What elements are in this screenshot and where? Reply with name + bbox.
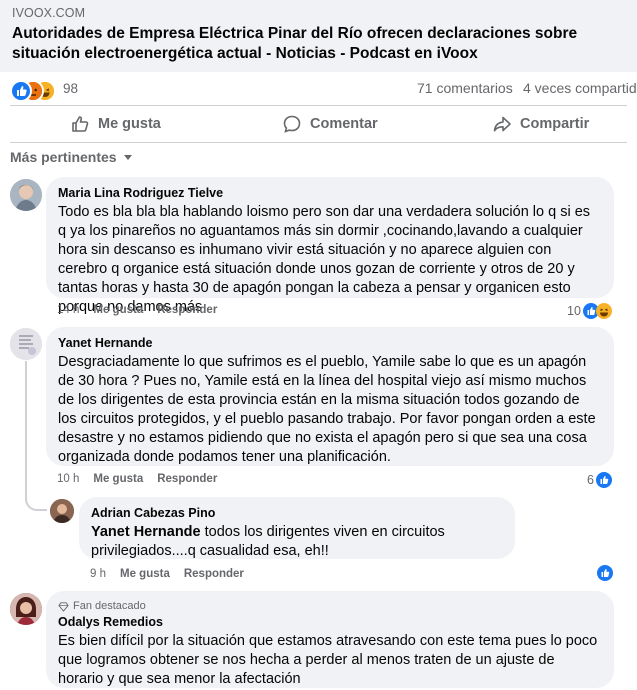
comment-reactions[interactable] [597, 565, 613, 581]
diamond-icon [58, 601, 69, 612]
like-icon [595, 472, 612, 488]
link-domain: IVOOX.COM [12, 6, 86, 20]
comment-author[interactable]: Yanet Hernande [58, 335, 602, 351]
like-button-label: Me gusta [98, 116, 161, 132]
comment-time[interactable]: 10 h [57, 473, 79, 485]
comment-like-link[interactable]: Me gusta [93, 473, 143, 485]
comment-bubble: Adrian Cabezas Pino Yanet Hernande todos… [79, 497, 515, 559]
avatar[interactable] [50, 499, 74, 523]
reaction-icons[interactable] [10, 80, 62, 102]
divider [10, 105, 627, 106]
comment-bubble-icon [283, 115, 301, 133]
avatar[interactable] [10, 328, 42, 360]
comment-reaction-count: 6 [587, 473, 594, 487]
comment-author[interactable]: Adrian Cabezas Pino [91, 505, 503, 521]
comment-meta: 10 h Me gusta Responder [57, 473, 217, 485]
caret-down-icon [123, 155, 132, 160]
comment-text: Yanet Hernande todos los dirigentes vive… [91, 523, 503, 561]
divider [10, 142, 627, 143]
like-icon [10, 80, 32, 102]
comment-reactions[interactable]: 10 [567, 303, 612, 319]
comment-reactions[interactable]: 6 [587, 472, 612, 488]
comment-time[interactable]: 9 h [90, 568, 106, 580]
comment-bubble: Maria Lina Rodriguez Tielve Todo es bla … [46, 177, 614, 315]
comment-time[interactable]: 14 h [57, 304, 79, 316]
fan-badge-label: Fan destacado [73, 600, 146, 612]
comment-text: Desgraciadamente lo que sufrimos es el p… [58, 354, 596, 465]
comment-text: Es bien difícil por la situación que est… [58, 633, 598, 687]
thread-connector [25, 361, 47, 511]
comment-meta: 14 h Me gusta Responder [57, 304, 217, 316]
comment-bubble: Yanet Hernande Desgraciadamente lo que s… [46, 327, 614, 466]
like-icon [597, 565, 613, 581]
sort-label: Más pertinentes [10, 149, 117, 165]
comments-count[interactable]: 71 comentarios [417, 80, 513, 96]
comment-button[interactable]: Comentar [282, 108, 378, 140]
thumbs-up-outline-icon [72, 116, 89, 132]
avatar[interactable] [10, 593, 42, 625]
fan-badge: Fan destacado [58, 599, 602, 613]
link-title[interactable]: Autoridades de Empresa Eléctrica Pinar d… [12, 24, 632, 64]
link-preview[interactable]: IVOOX.COM Autoridades de Empresa Eléctri… [0, 0, 637, 72]
like-button[interactable]: Me gusta [70, 108, 161, 140]
comment-sort-dropdown[interactable]: Más pertinentes [10, 149, 135, 165]
comment-meta: 9 h Me gusta Responder [90, 568, 244, 580]
comment-reply-link[interactable]: Responder [157, 304, 217, 316]
comment-button-label: Comentar [310, 116, 378, 132]
comment-author[interactable]: Odalys Remedios [58, 614, 602, 630]
comment-like-link[interactable]: Me gusta [93, 304, 143, 316]
comment-reaction-count: 10 [567, 304, 581, 318]
share-button[interactable]: Compartir [492, 108, 589, 140]
comment-author[interactable]: Maria Lina Rodriguez Tielve [58, 185, 602, 201]
comment-mention[interactable]: Yanet Hernande [91, 524, 201, 540]
reaction-count[interactable]: 98 [63, 81, 78, 96]
share-arrow-icon [493, 116, 511, 132]
avatar[interactable] [10, 179, 42, 211]
shares-count[interactable]: 4 veces compartido [523, 80, 637, 96]
haha-icon [595, 303, 612, 319]
comment-bubble: Fan destacado Odalys Remedios Es bien di… [46, 591, 614, 688]
share-button-label: Compartir [520, 116, 590, 132]
comment-text: Todo es bla bla bla hablando loismo pero… [58, 204, 591, 315]
comment-reply-link[interactable]: Responder [157, 473, 217, 485]
comment-like-link[interactable]: Me gusta [120, 568, 170, 580]
comment-reply-link[interactable]: Responder [184, 568, 244, 580]
